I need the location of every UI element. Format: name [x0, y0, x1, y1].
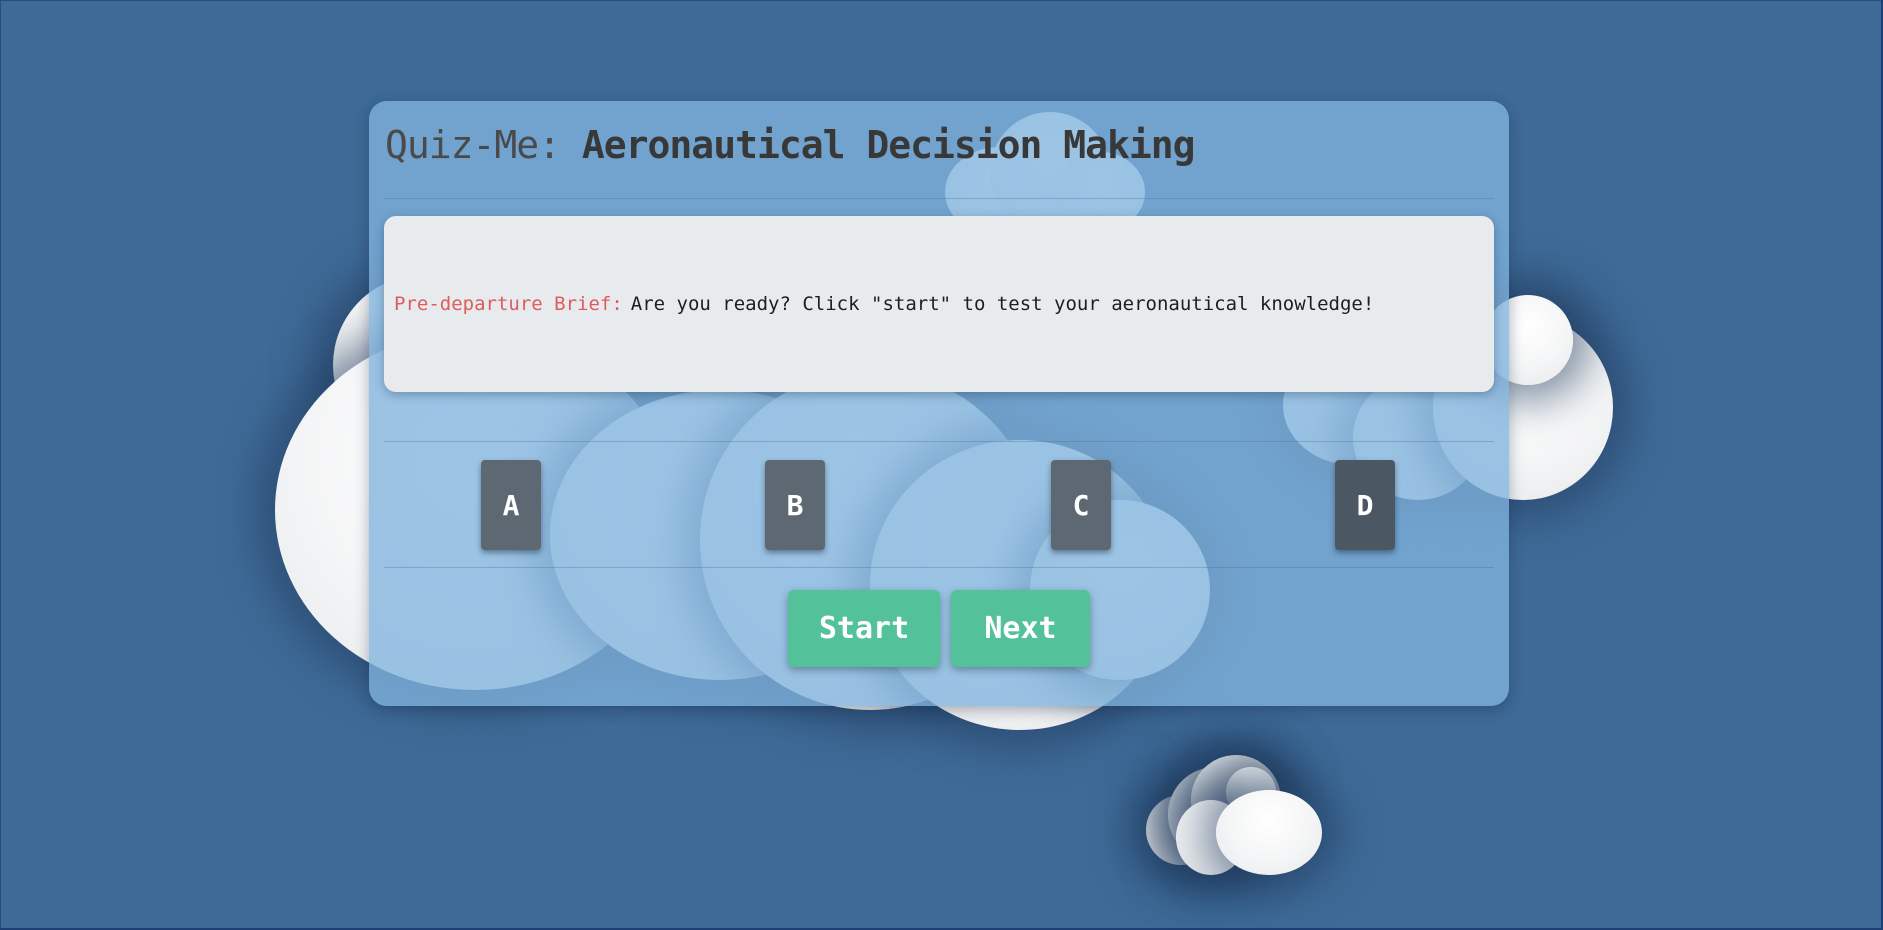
title-topic: Aeronautical Decision Making: [581, 123, 1196, 167]
next-button[interactable]: Next: [951, 590, 1090, 667]
cloud-bottom: [1146, 755, 1322, 875]
brief-message: Are you ready? Click "start" to test you…: [630, 293, 1375, 315]
answer-d-button[interactable]: D: [1335, 460, 1395, 550]
answer-b-button[interactable]: B: [765, 460, 825, 550]
answer-a-button[interactable]: A: [481, 460, 541, 550]
divider: [384, 567, 1494, 568]
brief-label: Pre-departure Brief:: [394, 293, 623, 315]
page-title: Quiz-Me: Aeronautical Decision Making: [385, 123, 1196, 167]
divider: [384, 198, 1494, 199]
title-brand: Quiz-Me:: [385, 123, 561, 167]
start-button[interactable]: Start: [788, 590, 940, 667]
divider: [384, 441, 1494, 442]
brief-panel: Pre-departure Brief: Are you ready? Clic…: [384, 216, 1494, 392]
quiz-card: Quiz-Me: Aeronautical Decision Making Pr…: [369, 101, 1509, 706]
answer-c-button[interactable]: C: [1051, 460, 1111, 550]
